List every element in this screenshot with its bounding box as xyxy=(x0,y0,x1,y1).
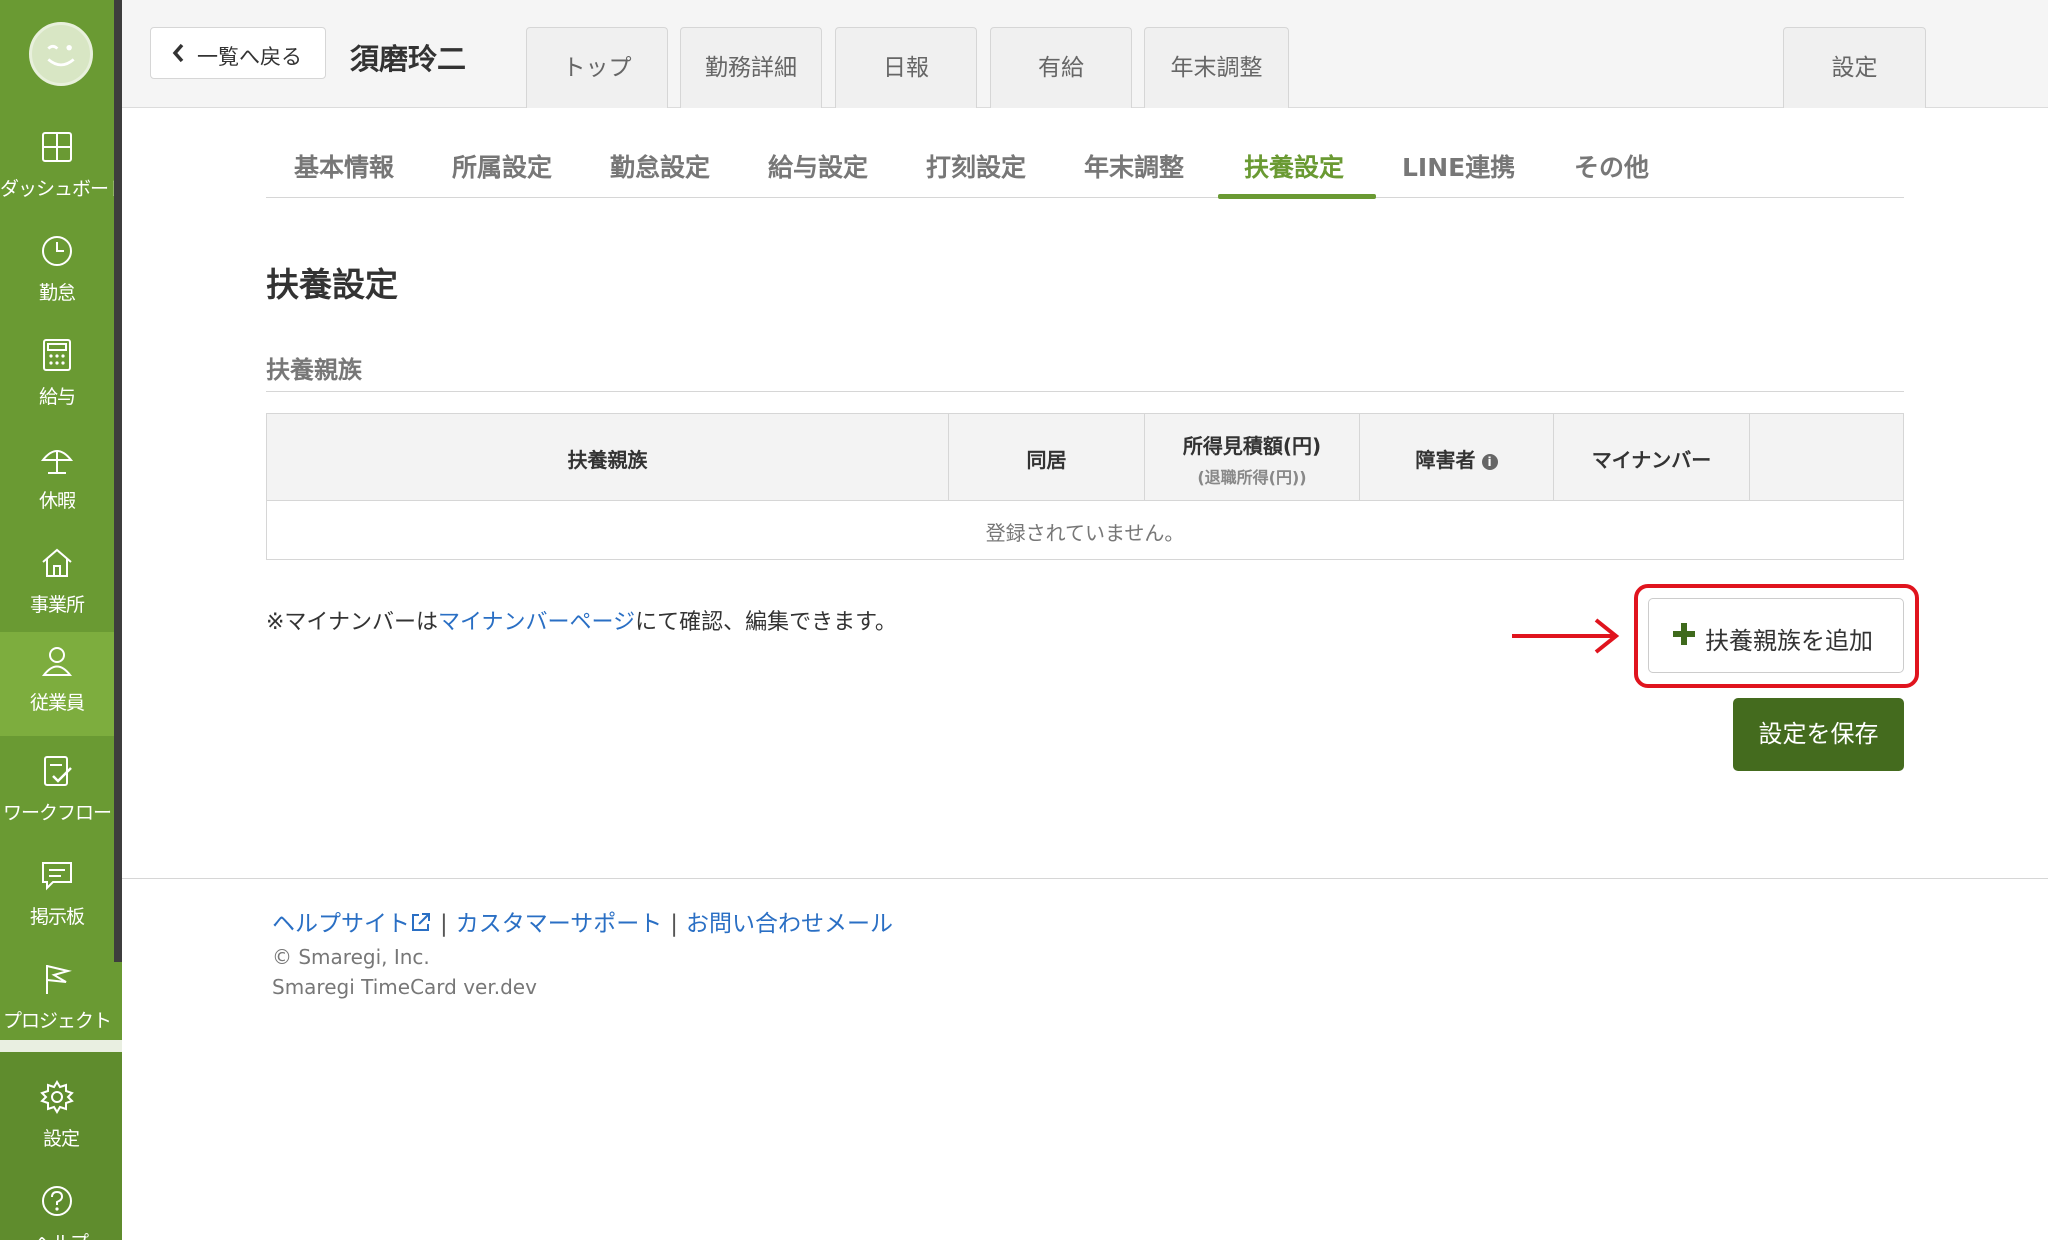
footer-separator: | xyxy=(440,911,448,937)
sidebar-item-dashboard[interactable]: ダッシュボード xyxy=(0,118,127,222)
sidebar-item-attendance[interactable]: 勤怠 xyxy=(0,222,114,326)
dependents-table: 扶養親族 同居 所得見積額(円) (退職所得(円)) 障害者 i マイナンバー 登… xyxy=(266,413,1904,560)
mynumber-note: ※マイナンバーはマイナンバーページにて確認、編集できます。 xyxy=(266,604,897,636)
clock-icon xyxy=(42,236,72,266)
sidebar-item-help[interactable]: ヘルプ xyxy=(0,1172,122,1240)
back-to-list-button[interactable]: 一覧へ戻る xyxy=(150,27,326,79)
person-icon xyxy=(41,647,73,676)
plus-icon xyxy=(1673,623,1695,645)
add-dependent-label: 扶養親族を追加 xyxy=(1705,627,1873,655)
column-label: 所得見積額(円) xyxy=(1182,434,1322,458)
app-version: Smaregi TimeCard ver.dev xyxy=(272,975,537,999)
column-header: 同居 xyxy=(949,414,1145,501)
note-text: にて確認、編集できます。 xyxy=(635,610,897,635)
save-settings-button[interactable]: 設定を保存 xyxy=(1733,698,1904,771)
flag-icon xyxy=(46,965,72,994)
help-site-link[interactable]: ヘルプサイト xyxy=(272,911,410,937)
column-label: 同居 xyxy=(1026,448,1067,472)
chevron-left-icon xyxy=(172,43,184,63)
subtab-attendance[interactable]: 勤怠設定 xyxy=(610,148,710,184)
customer-support-link[interactable]: カスタマーサポート xyxy=(456,911,663,937)
sidebar-item-office[interactable]: 事業所 xyxy=(0,534,114,638)
section-title: 扶養親族 xyxy=(266,356,362,384)
employee-name: 須磨玲二 xyxy=(350,42,467,76)
settings-subtabs: 基本情報 所属設定 勤怠設定 給与設定 打刻設定 年末調整 扶養設定 LINE連… xyxy=(266,136,1904,199)
sidebar-item-label: 掲示板 xyxy=(29,906,85,928)
tab-paid-leave[interactable]: 有給 xyxy=(990,27,1132,108)
subtab-dependents[interactable]: 扶養設定 xyxy=(1244,148,1344,184)
sidebar-item-payroll[interactable]: 給与 xyxy=(0,326,114,430)
add-dependent-button[interactable]: 扶養親族を追加 xyxy=(1648,598,1904,673)
empty-message: 登録されていません。 xyxy=(985,521,1185,545)
tab-work-detail[interactable]: 勤務詳細 xyxy=(680,27,822,108)
info-icon[interactable]: i xyxy=(1481,454,1498,470)
column-header: 扶養親族 xyxy=(267,414,949,501)
subtab-affiliation[interactable]: 所属設定 xyxy=(452,148,552,184)
sidebar-item-label: 休暇 xyxy=(38,490,76,512)
sidebar-scrollbar[interactable] xyxy=(114,0,122,962)
help-icon xyxy=(42,1186,72,1216)
footer-divider xyxy=(122,878,2048,879)
contact-email-link[interactable]: お問い合わせメール xyxy=(686,911,893,937)
sidebar-item-project[interactable]: プロジェクト xyxy=(0,950,114,1054)
footer-separator: | xyxy=(670,911,679,937)
subtab-clock-in[interactable]: 打刻設定 xyxy=(926,148,1026,184)
column-label: 扶養親族 xyxy=(567,448,648,472)
sidebar-item-label: 勤怠 xyxy=(38,282,76,304)
table-header: 扶養親族 同居 所得見積額(円) (退職所得(円)) 障害者 i マイナンバー xyxy=(267,414,1903,501)
calculator-icon xyxy=(43,339,71,371)
copyright: © Smaregi, Inc. xyxy=(272,945,430,969)
arrow-right-icon xyxy=(1512,618,1620,654)
smile-logo-icon[interactable] xyxy=(29,22,93,86)
tab-daily-report[interactable]: 日報 xyxy=(835,27,977,108)
sidebar-item-label: 事業所 xyxy=(29,594,85,616)
footer-links: ヘルプサイト | カスタマーサポート | お問い合わせメール xyxy=(272,904,893,938)
external-link-icon xyxy=(412,913,430,931)
checklist-icon xyxy=(44,756,72,786)
sidebar-item-workflow[interactable]: ワークフロー xyxy=(0,742,114,846)
home-icon xyxy=(42,548,72,577)
gear-icon xyxy=(40,1080,74,1114)
sidebar-item-leave[interactable]: 休暇 xyxy=(0,430,114,534)
subtab-line[interactable]: LINE連携 xyxy=(1402,148,1515,184)
back-label: 一覧へ戻る xyxy=(197,45,302,69)
subtab-payroll[interactable]: 給与設定 xyxy=(768,148,868,184)
umbrella-icon xyxy=(40,450,74,474)
subtab-other[interactable]: その他 xyxy=(1574,148,1649,184)
active-tab-indicator xyxy=(1218,194,1376,199)
tab-top[interactable]: トップ xyxy=(526,27,668,108)
sidebar-item-label: 給与 xyxy=(38,386,76,408)
employee-header: 一覧へ戻る 須磨玲二 トップ 勤務詳細 日報 有給 年末調整 設定 xyxy=(122,0,2048,108)
chat-icon xyxy=(42,862,72,891)
sidebar-item-board[interactable]: 掲示板 xyxy=(0,846,114,950)
column-label: マイナンバー xyxy=(1591,448,1712,472)
sidebar-item-settings[interactable]: 設定 xyxy=(0,1068,122,1172)
column-header: マイナンバー xyxy=(1554,414,1750,501)
column-sublabel: (退職所得(円)) xyxy=(1197,468,1307,487)
sidebar-item-employees[interactable]: 従業員 xyxy=(0,632,114,736)
sidebar-item-label: ダッシュボード xyxy=(0,178,127,200)
page-title: 扶養設定 xyxy=(266,265,398,304)
sidebar-item-label: ヘルプ xyxy=(0,1228,122,1240)
column-header: 障害者 i xyxy=(1360,414,1554,501)
sidebar-item-label: プロジェクト xyxy=(2,1010,112,1032)
column-header-actions xyxy=(1750,414,1905,501)
sidebar-item-label: ワークフロー xyxy=(2,802,112,824)
dashboard-icon xyxy=(42,132,72,162)
subtab-basic-info[interactable]: 基本情報 xyxy=(294,148,394,184)
section-divider xyxy=(266,391,1904,392)
tab-settings[interactable]: 設定 xyxy=(1783,27,1926,108)
tab-year-end[interactable]: 年末調整 xyxy=(1144,27,1289,108)
sidebar-item-label: 設定 xyxy=(42,1128,80,1150)
sidebar-bottom: 設定 ヘルプ xyxy=(0,1052,122,1240)
subtab-year-end[interactable]: 年末調整 xyxy=(1084,148,1184,184)
sidebar-item-label: 従業員 xyxy=(29,692,85,714)
note-text: ※マイナンバーは xyxy=(266,610,438,635)
mynumber-page-link[interactable]: マイナンバーページ xyxy=(438,610,635,635)
column-label: 障害者 xyxy=(1415,448,1476,472)
column-header: 所得見積額(円) (退職所得(円)) xyxy=(1145,414,1360,501)
